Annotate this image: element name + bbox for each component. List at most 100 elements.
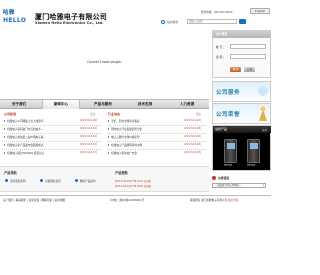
news-title: 哈雅电子荣获厦门市高新技术... bbox=[7, 128, 44, 131]
list-item[interactable]: 国内电子行业发展趋势分析 [2013-04-08] bbox=[108, 126, 206, 134]
search-button[interactable] bbox=[239, 19, 246, 24]
language-button[interactable]: English bbox=[250, 8, 270, 14]
friend-links: 友情链接 —请选择合作伙伴网站— ▾ bbox=[212, 176, 271, 196]
industry-news-more[interactable]: 更多 bbox=[196, 112, 201, 116]
service-banner[interactable]: 公司服务 bbox=[212, 81, 271, 102]
partner-select-value: —请选择合作伙伴网站— bbox=[215, 184, 242, 187]
friend-links-title: 友情链接 bbox=[218, 176, 230, 180]
search-icon bbox=[161, 20, 165, 24]
company-news-title: 公司新闻 bbox=[4, 112, 17, 116]
list-item[interactable]: 哈雅电子通过ISO9001质量认证 [2013-02-27] bbox=[4, 150, 101, 158]
username-label: 帐 号： bbox=[216, 45, 226, 49]
register-button[interactable]: 注 册 bbox=[244, 67, 255, 72]
login-button[interactable]: 登 录 bbox=[230, 67, 241, 72]
news-title: 哈雅电子公司网站正式上线运行... bbox=[7, 120, 46, 123]
search-input[interactable] bbox=[187, 19, 237, 24]
service-phone: 服务热线：400-000-0000 bbox=[201, 11, 233, 14]
password-field[interactable] bbox=[230, 54, 266, 59]
logo[interactable]: 哈雅 HELLO bbox=[3, 8, 31, 30]
logo-cn: 哈雅 bbox=[3, 10, 15, 16]
bullet-icon bbox=[4, 144, 6, 146]
logo-en: HELLO bbox=[3, 17, 27, 24]
bullet-icon bbox=[108, 120, 110, 122]
plugin-message: Couldn't load plugin. bbox=[86, 60, 123, 64]
news-date: [2013-04-08] bbox=[184, 127, 202, 130]
list-item[interactable]: [2013-04-10] HTP-7002 对讲机 bbox=[115, 184, 151, 188]
product-link[interactable]: 安防监控系列 bbox=[10, 179, 26, 183]
list-item[interactable]: 哈雅电子产品畅销海外市场 [2013-03-18] bbox=[108, 142, 206, 150]
news-date: [2013-02-27] bbox=[80, 151, 98, 154]
list-item[interactable]: 哈雅电子荣获厦门市高新技术... [2013-04-10] bbox=[4, 126, 101, 134]
product-nav: 产品导航 安防监控系列 对讲通信系列 数码产品系列 产品更新 [2013-04-… bbox=[0, 166, 209, 192]
footer-divider bbox=[0, 195, 271, 196]
camera-icon bbox=[5, 178, 9, 182]
login-panel: 用户登录 帐 号： 密 码： 登 录 注 册 bbox=[212, 30, 271, 78]
product-update-title: 产品更新 bbox=[115, 171, 128, 175]
list-item[interactable]: [2013-04-18] HTP-7001 对讲机 bbox=[115, 179, 151, 183]
tech-support-link[interactable]: 技术支持 bbox=[228, 199, 238, 202]
bullet-icon bbox=[4, 128, 6, 130]
banner-title: 公司荣誉 bbox=[216, 112, 241, 118]
search-label: 站内搜索 bbox=[167, 19, 179, 24]
news-title: 哈雅电子通过ISO9001质量认证 bbox=[7, 152, 44, 155]
bullet-icon bbox=[108, 128, 110, 130]
news-date: [2013-03-15] bbox=[80, 143, 98, 146]
link-icon bbox=[212, 176, 216, 180]
password-label: 密 码： bbox=[216, 55, 226, 59]
footer-links[interactable]: 关于我们 | 联系我们 | 意见反馈 | 网站导航 | 站点地图 bbox=[3, 198, 65, 202]
news-date: [2013-04-10] bbox=[80, 127, 98, 130]
news-title: 国内电子行业发展趋势分析 bbox=[111, 128, 143, 131]
news-date: [2013-03-22] bbox=[80, 135, 98, 138]
product-image[interactable] bbox=[247, 139, 260, 163]
news-title: 哈雅电子新产品发布会圆满成功 bbox=[7, 144, 44, 147]
nav-about[interactable]: 关于我们 bbox=[0, 100, 38, 109]
list-item[interactable]: 哈雅电子新产品发布会圆满成功 [2013-03-15] bbox=[4, 142, 101, 150]
news-title: 哈雅电子产品畅销海外市场 bbox=[111, 144, 143, 147]
bullet-icon bbox=[4, 152, 6, 154]
product-caption: HT-T02 bbox=[247, 164, 256, 167]
latest-products-more[interactable]: 更多 bbox=[262, 128, 267, 132]
bullet-icon bbox=[108, 152, 110, 154]
news-date: [2013-03-18] bbox=[184, 143, 202, 146]
screen-icon bbox=[250, 143, 258, 149]
list-item[interactable]: 电子元器件市场价格走势 [2013-03-30] bbox=[108, 134, 206, 142]
flash-banner: Couldn't load plugin. bbox=[0, 28, 209, 99]
news-date: [2013-04-16] bbox=[184, 119, 202, 122]
site-search: 站内搜索 bbox=[161, 18, 271, 26]
news-title: 哈雅电子参加第二届中国电子展... bbox=[7, 136, 46, 139]
nav-hr[interactable]: 人力资源 bbox=[168, 100, 206, 109]
bullet-icon bbox=[4, 136, 6, 138]
footer-icp: ICP备：闽ICP备12000001号 bbox=[110, 199, 145, 202]
bullet-icon bbox=[108, 144, 110, 146]
product-link[interactable]: 数码产品系列 bbox=[80, 179, 96, 183]
product-image[interactable] bbox=[224, 139, 237, 163]
industry-news-title: 行业动态 bbox=[108, 112, 121, 116]
news-title: 手机、安防市场前景看好 bbox=[111, 120, 140, 123]
footer-copyright: 版权所有 厦门哈雅电子有限公司 技术支持 bbox=[190, 198, 238, 202]
news-date: [2013-03-05] bbox=[184, 151, 202, 154]
list-item[interactable]: 手机、安防市场前景看好 [2013-04-16] bbox=[108, 118, 206, 126]
page: 哈雅 HELLO 厦门哈雅电子有限公司 Xiamen Hello Electro… bbox=[0, 0, 271, 275]
list-item[interactable]: 哈雅电子将参加广交会 [2013-03-05] bbox=[108, 150, 206, 158]
news-title: 电子元器件市场价格走势 bbox=[111, 136, 140, 139]
company-news-more[interactable]: 更多 bbox=[90, 112, 95, 116]
radio-icon bbox=[40, 178, 44, 182]
partner-select[interactable]: —请选择合作伙伴网站— ▾ bbox=[212, 183, 266, 188]
honor-banner[interactable]: 公司荣誉 bbox=[212, 103, 271, 124]
company-name-en: Xiamen Hello Electronics Co., Ltd. bbox=[35, 21, 104, 25]
bullet-icon bbox=[4, 120, 6, 122]
login-title: 用户登录 bbox=[213, 31, 271, 38]
nav-support[interactable]: 技术支持 bbox=[126, 100, 164, 109]
username-field[interactable] bbox=[230, 44, 266, 49]
latest-products: 最新产品 更多 HT-T01 HT-T02 bbox=[212, 125, 271, 171]
list-item[interactable]: 哈雅电子公司网站正式上线运行... [2013-04-18] bbox=[4, 118, 101, 126]
main-nav: 关于我们 新闻中心 产品与服务 技术支持 人力资源 bbox=[0, 99, 209, 109]
list-item[interactable]: 哈雅电子参加第二届中国电子展... [2013-03-22] bbox=[4, 134, 101, 142]
nav-products[interactable]: 产品与服务 bbox=[84, 100, 122, 109]
product-caption: HT-T01 bbox=[224, 164, 233, 167]
product-link[interactable]: 对讲通信系列 bbox=[45, 179, 61, 183]
screen-icon bbox=[227, 143, 235, 149]
news-date: [2013-03-30] bbox=[184, 135, 202, 138]
bullet-icon bbox=[108, 136, 110, 138]
nav-news[interactable]: 新闻中心 bbox=[42, 100, 80, 109]
